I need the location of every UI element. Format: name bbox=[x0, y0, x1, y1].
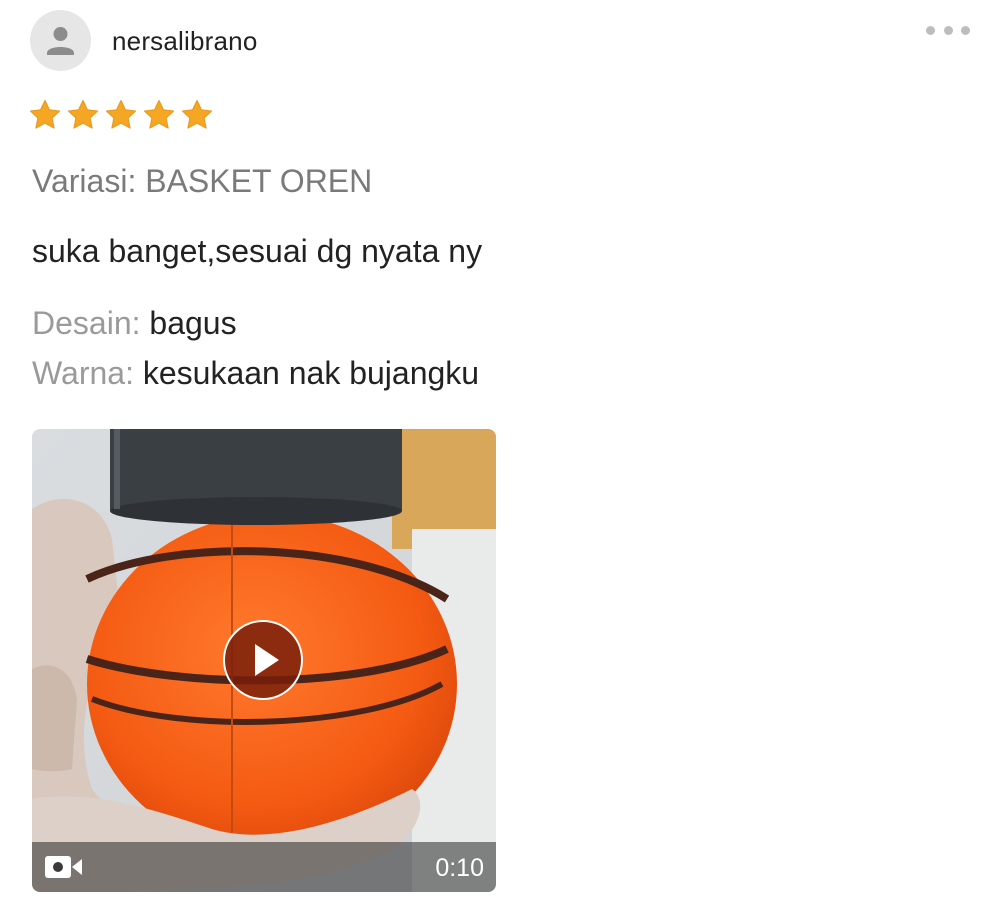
star-icon bbox=[67, 99, 99, 129]
review-video-thumbnail[interactable]: 0:10 bbox=[32, 429, 496, 892]
star-rating bbox=[28, 98, 214, 132]
more-options-button[interactable] bbox=[926, 20, 970, 40]
star-icon bbox=[143, 99, 175, 129]
attribute-key: Desain: bbox=[32, 305, 141, 341]
play-button[interactable] bbox=[223, 620, 303, 700]
video-camera-icon bbox=[44, 855, 84, 879]
review-comment: suka banget,sesuai dg nyata ny bbox=[32, 233, 483, 269]
more-dots-icon bbox=[926, 25, 935, 35]
star-icon bbox=[181, 99, 213, 129]
attribute-value: bagus bbox=[149, 305, 237, 341]
variation-label: Variasi: BASKET OREN bbox=[32, 163, 373, 199]
user-icon bbox=[47, 27, 74, 55]
username[interactable]: nersalibrano bbox=[112, 26, 258, 57]
star-icon bbox=[105, 99, 137, 129]
video-duration: 0:10 bbox=[435, 854, 484, 882]
video-info-bar: 0:10 bbox=[32, 842, 496, 892]
more-dots-icon bbox=[943, 25, 953, 35]
more-dots-icon bbox=[961, 25, 970, 35]
attribute-value: kesukaan nak bujangku bbox=[142, 355, 480, 391]
avatar[interactable] bbox=[30, 10, 91, 71]
play-icon bbox=[255, 644, 279, 676]
star-icon bbox=[29, 99, 61, 129]
attribute-color: Warna: kesukaan nak bujangku bbox=[32, 355, 479, 392]
attribute-design: Desain: bagus bbox=[32, 305, 237, 342]
attribute-key: Warna: bbox=[32, 355, 134, 391]
